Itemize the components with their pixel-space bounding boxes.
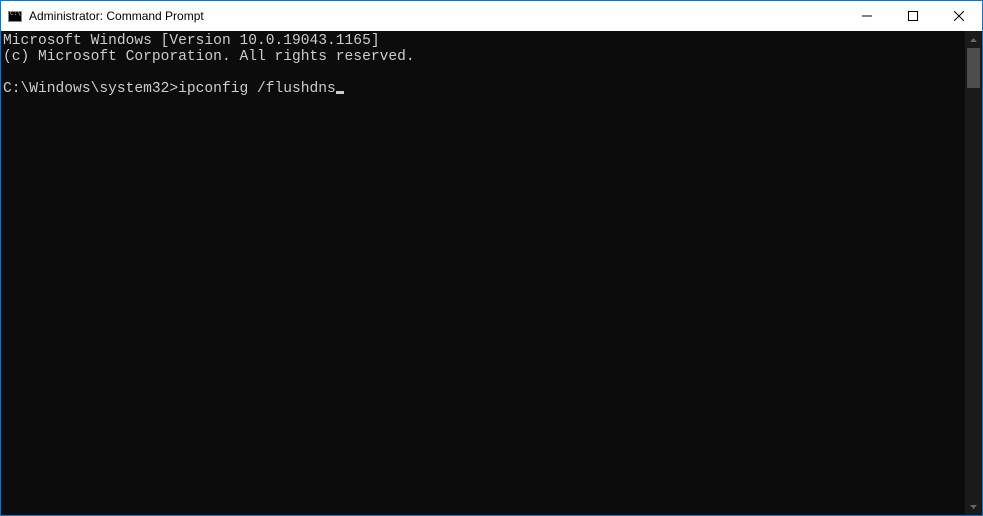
text-cursor <box>336 91 344 94</box>
typed-command: ipconfig /flushdns <box>178 81 336 97</box>
minimize-button[interactable] <box>844 1 890 31</box>
prompt-path: C:\Windows\system32> <box>3 81 178 97</box>
close-button[interactable] <box>936 1 982 31</box>
prompt-line: C:\Windows\system32>ipconfig /flushdns <box>3 81 965 97</box>
maximize-icon <box>908 11 918 21</box>
window-title: Administrator: Command Prompt <box>29 9 204 23</box>
titlebar[interactable]: Administrator: Command Prompt <box>1 1 982 31</box>
window-controls <box>844 1 982 31</box>
minimize-icon <box>862 11 872 21</box>
chevron-down-icon <box>970 505 977 509</box>
maximize-button[interactable] <box>890 1 936 31</box>
scroll-down-button[interactable] <box>965 498 982 515</box>
command-prompt-window: Administrator: Command Prompt Microsoft … <box>0 0 983 516</box>
scroll-up-button[interactable] <box>965 31 982 48</box>
close-icon <box>954 11 964 21</box>
scrollbar-thumb[interactable] <box>967 48 980 88</box>
app-icon <box>7 8 23 24</box>
chevron-up-icon <box>970 38 977 42</box>
terminal-area: Microsoft Windows [Version 10.0.19043.11… <box>1 31 982 515</box>
vertical-scrollbar[interactable] <box>965 31 982 515</box>
output-line: (c) Microsoft Corporation. All rights re… <box>3 49 965 65</box>
scrollbar-track[interactable] <box>965 48 982 498</box>
terminal-output[interactable]: Microsoft Windows [Version 10.0.19043.11… <box>1 31 965 515</box>
output-line: Microsoft Windows [Version 10.0.19043.11… <box>3 33 965 49</box>
output-blank <box>3 65 965 81</box>
